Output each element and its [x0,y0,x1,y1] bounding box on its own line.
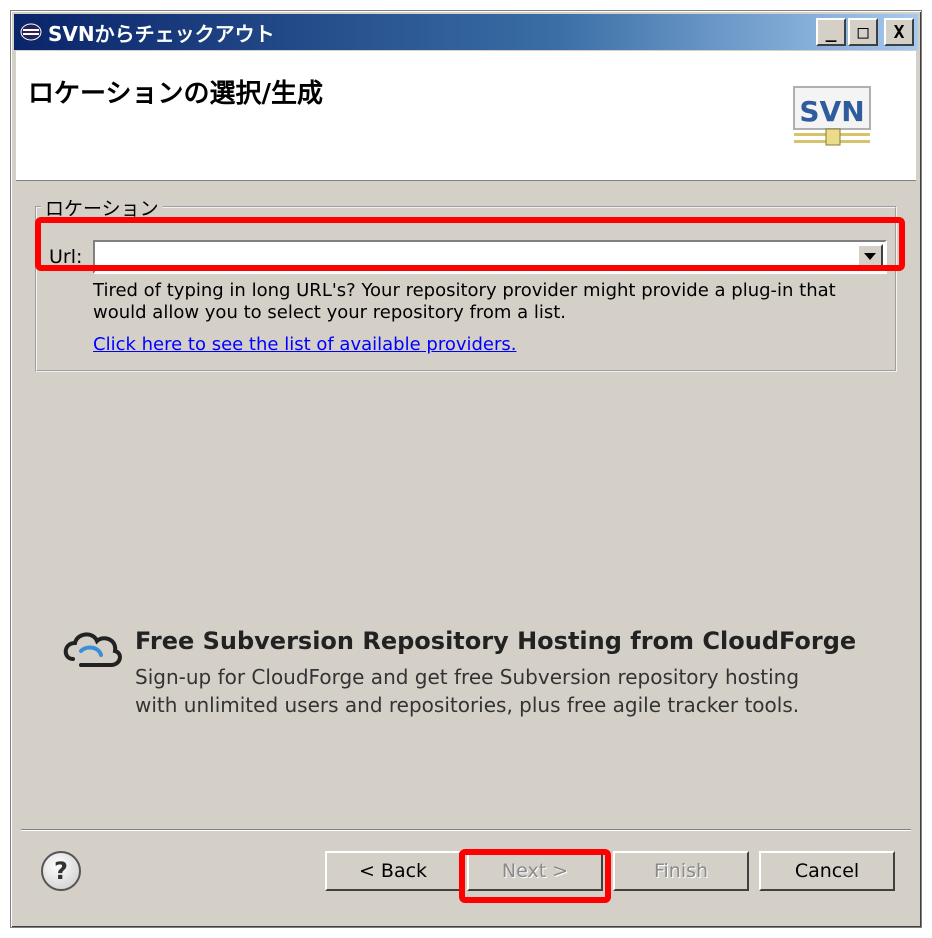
page-title: ロケーションの選択/生成 [28,79,323,109]
window-controls: _ □ X [816,18,914,46]
promo-description: Sign-up for CloudForge and get free Subv… [135,663,875,719]
location-legend: ロケーション [41,194,163,221]
promo-line-2: with unlimited users and repositories, p… [135,693,800,717]
wizard-header: ロケーションの選択/生成 SVN [16,51,916,181]
url-dropdown-button[interactable] [857,244,883,270]
url-input[interactable] [95,242,855,272]
providers-link[interactable]: Click here to see the list of available … [93,334,517,355]
cancel-button[interactable]: Cancel [759,851,895,891]
url-label: Url: [49,246,83,268]
chevron-down-icon [864,253,876,260]
svn-logo-text: SVN [799,95,864,128]
hint-line-1: Tired of typing in long URL's? Your repo… [93,280,836,301]
cloud-icon [63,632,122,667]
help-button[interactable]: ? [41,851,81,891]
svn-logo-icon: SVN [792,85,874,155]
next-button[interactable]: Next > [467,851,603,891]
checkout-dialog: SVNからチェックアウト _ □ X ロケーションの選択/生成 SVN ロケーシ… [10,10,922,928]
cloudforge-promo[interactable]: Free Subversion Repository Hosting from … [59,619,879,719]
hint-line-2: would allow you to select your repositor… [93,302,567,323]
title-bar[interactable]: SVNからチェックアウト _ □ X [14,14,918,50]
back-button[interactable]: < Back [325,851,461,891]
eclipse-icon [20,21,42,43]
finish-button[interactable]: Finish [613,851,749,891]
maximize-button[interactable]: □ [848,18,878,46]
minimize-button[interactable]: _ [816,18,846,46]
button-separator [21,829,911,831]
location-group: ロケーション Url: Tired of typing in long URL'… [35,194,897,372]
url-combobox[interactable] [93,240,887,274]
promo-line-1: Sign-up for CloudForge and get free Subv… [135,665,800,689]
window-title: SVNからチェックアウト [48,21,275,46]
close-button[interactable]: X [884,18,914,46]
provider-hint: Tired of typing in long URL's? Your repo… [93,280,893,324]
promo-title: Free Subversion Repository Hosting from … [135,627,857,655]
